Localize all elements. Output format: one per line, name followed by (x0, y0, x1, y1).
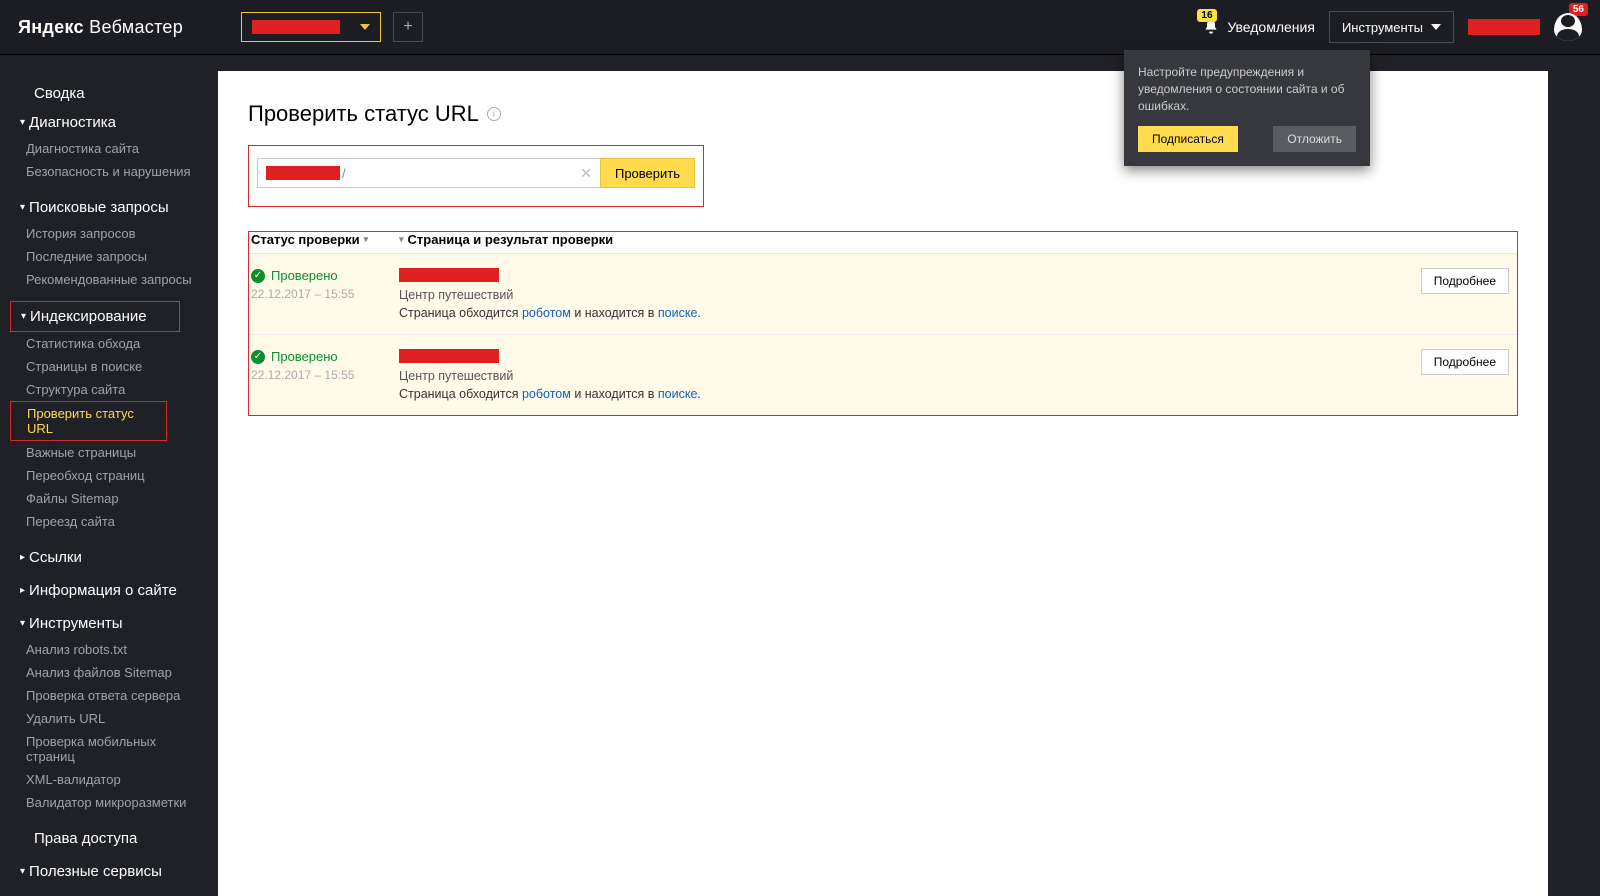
redacted-site (252, 20, 340, 34)
info-icon[interactable]: i (487, 107, 501, 121)
notifications-label: Уведомления (1227, 19, 1315, 35)
popup-actions: Подписаться Отложить (1138, 126, 1356, 152)
main-content: Проверить статус URL i / ✕ Проверить Ста… (218, 71, 1548, 896)
chevron-down-icon: ▾ (20, 202, 25, 213)
subscribe-button[interactable]: Подписаться (1138, 126, 1238, 152)
sidebar: Сводка ▾Диагностика Диагностика сайта Бе… (0, 55, 218, 896)
avatar-icon (1554, 13, 1582, 41)
sidebar-item[interactable]: История запросов (10, 222, 218, 245)
sidebar-item[interactable]: Файлы Sitemap (10, 487, 218, 510)
details-button[interactable]: Подробнее (1421, 349, 1509, 375)
sidebar-item[interactable]: Анализ файлов Sitemap (10, 661, 218, 684)
add-site-button[interactable]: + (393, 12, 423, 42)
sidebar-item[interactable]: Важные страницы (10, 441, 218, 464)
popup-text: Настройте предупреждения и уведомления о… (1138, 64, 1356, 114)
sidebar-indexing[interactable]: ▾Индексирование (10, 301, 180, 332)
sidebar-links[interactable]: ▸Ссылки (10, 543, 218, 572)
status-badge: ✓Проверено (251, 268, 399, 283)
sidebar-item[interactable]: Последние запросы (10, 245, 218, 268)
sidebar-item[interactable]: Структура сайта (10, 378, 218, 401)
sidebar-search-queries[interactable]: ▾Поисковые запросы (10, 193, 218, 222)
page-result-text: Страница обходится роботом и находится в… (399, 306, 1421, 320)
user-avatar[interactable]: 56 (1554, 13, 1582, 41)
sidebar-item[interactable]: Переезд сайта (10, 510, 218, 533)
col-page-header[interactable]: ▾Страница и результат проверки (399, 232, 613, 247)
sidebar-item[interactable]: XML-валидатор (10, 768, 218, 791)
sidebar-item[interactable]: Страницы в поиске (10, 355, 218, 378)
sidebar-item[interactable]: Проверка ответа сервера (10, 684, 218, 707)
logo[interactable]: Яндекс Вебмастер (18, 17, 183, 38)
sidebar-tools[interactable]: ▾Инструменты (10, 609, 218, 638)
sidebar-access[interactable]: Права доступа (10, 824, 218, 853)
col-status-header[interactable]: Статус проверки▾ (251, 232, 399, 247)
chevron-down-icon: ▾ (20, 117, 25, 128)
table-header: Статус проверки▾ ▾Страница и результат п… (249, 232, 1517, 254)
results-table: Статус проверки▾ ▾Страница и результат п… (248, 231, 1518, 416)
tools-dropdown[interactable]: Инструменты (1329, 11, 1454, 43)
sidebar-item[interactable]: Проверка мобильных страниц (10, 730, 218, 768)
robot-link[interactable]: роботом (522, 387, 571, 401)
sidebar-diagnostics[interactable]: ▾Диагностика (10, 108, 218, 137)
sidebar-summary[interactable]: Сводка (10, 79, 218, 108)
status-badge: ✓Проверено (251, 349, 399, 364)
sidebar-item[interactable]: Статистика обхода (10, 332, 218, 355)
sidebar-item[interactable]: Удалить URL (10, 707, 218, 730)
page-description: Центр путешествий (399, 369, 1421, 383)
current-site-dropdown[interactable] (241, 12, 381, 42)
table-row: ✓Проверено 22.12.2017 – 15:55 Центр путе… (249, 335, 1517, 415)
search-link[interactable]: поиске (658, 387, 698, 401)
sidebar-item[interactable]: Диагностика сайта (10, 137, 218, 160)
logo-brand: Яндекс (18, 17, 84, 37)
subscribe-popup: Настройте предупреждения и уведомления о… (1124, 50, 1370, 166)
details-button[interactable]: Подробнее (1421, 268, 1509, 294)
sidebar-services[interactable]: ▾Полезные сервисы (10, 857, 218, 886)
status-date: 22.12.2017 – 15:55 (251, 368, 399, 382)
check-button[interactable]: Проверить (600, 158, 695, 188)
sidebar-item[interactable]: Безопасность и нарушения (10, 160, 218, 183)
table-row: ✓Проверено 22.12.2017 – 15:55 Центр путе… (249, 254, 1517, 335)
redacted-url (266, 166, 340, 180)
header-right: 16 Уведомления Инструменты 56 (1203, 11, 1582, 43)
status-date: 22.12.2017 – 15:55 (251, 287, 399, 301)
sidebar-site-info[interactable]: ▸Информация о сайте (10, 576, 218, 605)
sidebar-item[interactable]: Рекомендованные запросы (10, 268, 218, 291)
chevron-right-icon: ▸ (20, 585, 25, 596)
url-input[interactable]: / ✕ (257, 158, 600, 188)
page-result-text: Страница обходится роботом и находится в… (399, 387, 1421, 401)
chevron-down-icon: ▾ (20, 866, 25, 877)
sidebar-item[interactable]: Переобход страниц (10, 464, 218, 487)
notifications-link[interactable]: 16 Уведомления (1203, 19, 1315, 35)
redacted-username (1468, 19, 1540, 35)
url-suffix: / (342, 166, 346, 181)
sidebar-item[interactable]: Валидатор микроразметки (10, 791, 218, 814)
sort-icon: ▾ (399, 234, 404, 245)
check-icon: ✓ (251, 269, 265, 283)
redacted-page-url (399, 349, 499, 363)
search-link[interactable]: поиске (658, 306, 698, 320)
redacted-page-url (399, 268, 499, 282)
notifications-count: 16 (1197, 9, 1216, 22)
page-description: Центр путешествий (399, 288, 1421, 302)
robot-link[interactable]: роботом (522, 306, 571, 320)
clear-icon[interactable]: ✕ (580, 165, 592, 182)
site-selector: + (241, 12, 423, 42)
sidebar-item-check-url[interactable]: Проверить статус URL (10, 401, 167, 441)
dismiss-button[interactable]: Отложить (1273, 126, 1356, 152)
chevron-right-icon: ▸ (20, 552, 25, 563)
logo-product: Вебмастер (89, 17, 183, 37)
chevron-down-icon (360, 24, 370, 30)
tools-label: Инструменты (1342, 20, 1423, 35)
sidebar-item[interactable]: Анализ robots.txt (10, 638, 218, 661)
check-icon: ✓ (251, 350, 265, 364)
sort-icon: ▾ (364, 234, 369, 245)
app-header: Яндекс Вебмастер + 16 Уведомления Инстру… (0, 0, 1600, 55)
chevron-down-icon: ▾ (20, 618, 25, 629)
url-check-form: / ✕ Проверить (248, 145, 704, 207)
chevron-down-icon: ▾ (21, 311, 26, 322)
chevron-down-icon (1431, 24, 1441, 30)
